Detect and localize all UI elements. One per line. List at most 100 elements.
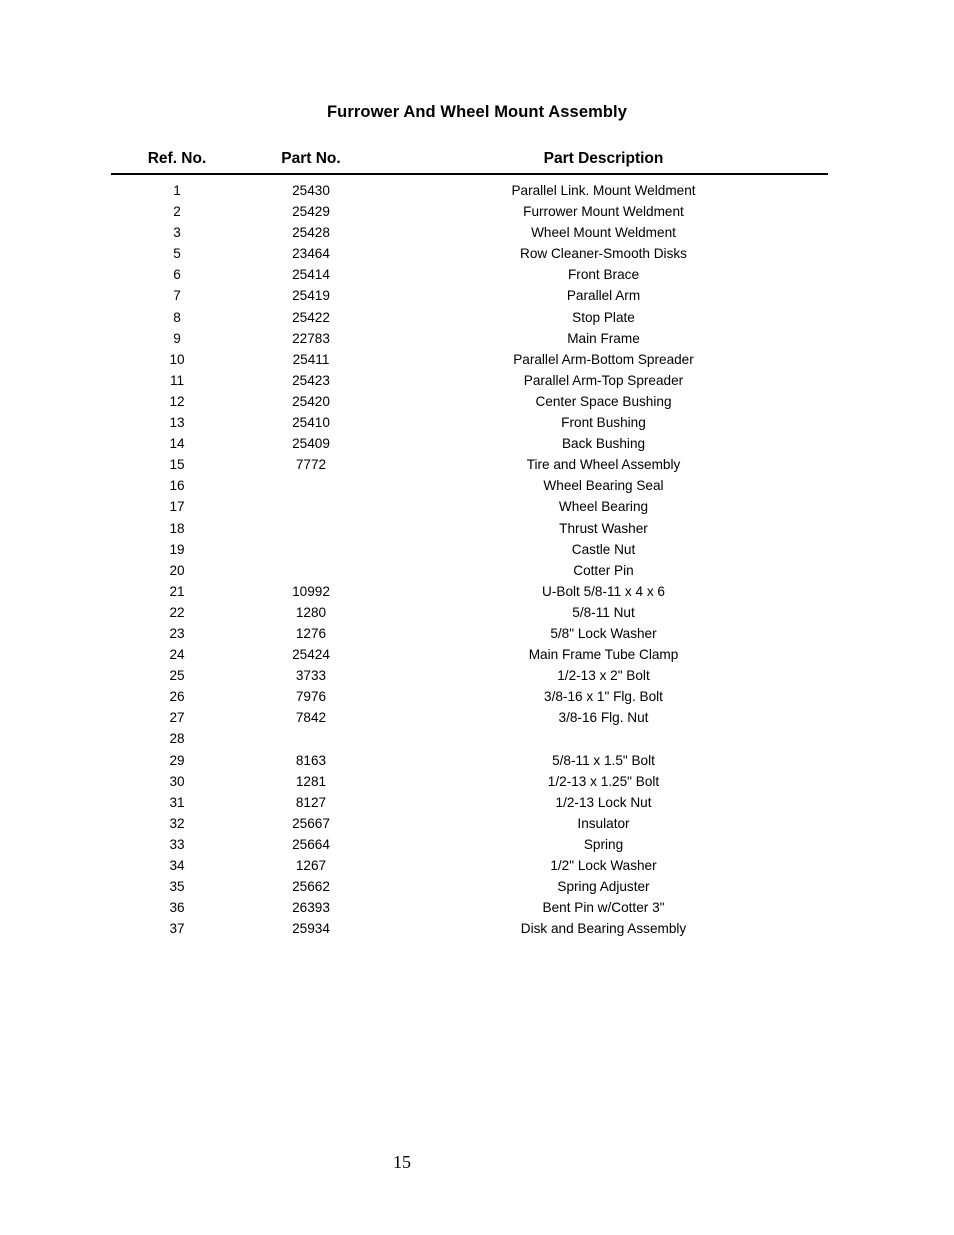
table-row: 24 25424 Main Frame Tube Clamp <box>111 644 828 665</box>
cell-part-no: 23464 <box>292 246 330 262</box>
table-header-row: Ref. No. Part No. Part Description <box>111 150 828 175</box>
table-row: 15 7772 Tire and Wheel Assembly <box>111 454 828 475</box>
cell-ref-no: 20 <box>169 562 185 578</box>
cell-part-no: 25424 <box>292 647 330 663</box>
cell-part-description: Main Frame <box>567 330 640 346</box>
table-row: 2 25429 Furrower Mount Weldment <box>111 201 828 222</box>
table-row: 11 25423 Parallel Arm-Top Spreader <box>111 370 828 391</box>
cell-ref-no: 24 <box>169 647 185 663</box>
cell-part-no <box>243 475 379 496</box>
cell-ref-no: 1 <box>173 183 181 198</box>
table-row: 10 25411 Parallel Arm-Bottom Spreader <box>111 349 828 370</box>
cell-ref-no: 16 <box>169 478 185 494</box>
cell-ref-no: 35 <box>169 879 185 895</box>
cell-part-description: Thrust Washer <box>559 520 648 536</box>
cell-part-no <box>243 728 379 749</box>
cell-part-no: 25414 <box>292 267 330 283</box>
cell-part-no: 25662 <box>292 879 330 895</box>
cell-part-no: 25419 <box>292 288 330 304</box>
table-row: 6 25414 Front Brace <box>111 264 828 285</box>
cell-part-no <box>243 560 379 581</box>
table-row: 33 25664 Spring <box>111 834 828 855</box>
cell-part-description: Row Cleaner-Smooth Disks <box>520 246 687 262</box>
table-row: 31 8127 1/2-13 Lock Nut <box>111 792 828 813</box>
cell-part-description <box>379 728 828 749</box>
cell-part-description: Parallel Arm-Bottom Spreader <box>513 351 694 367</box>
cell-part-no: 7772 <box>295 457 327 473</box>
table-row: 14 25409 Back Bushing <box>111 433 828 454</box>
cell-part-no: 8127 <box>295 794 327 810</box>
cell-ref-no: 6 <box>173 267 181 283</box>
cell-part-description: 3/8-16 x 1" Flg. Bolt <box>544 689 663 705</box>
column-header-ref-no: Ref. No. <box>111 150 243 175</box>
cell-part-no <box>243 518 379 539</box>
page-number: 15 <box>393 1152 411 1172</box>
cell-part-description: Parallel Arm <box>566 288 641 304</box>
table-row: 8 25422 Stop Plate <box>111 307 828 328</box>
table-row: 30 1281 1/2-13 x 1.25" Bolt <box>111 771 828 792</box>
table-row: 32 25667 Insulator <box>111 813 828 834</box>
cell-part-no: 22783 <box>292 330 330 346</box>
cell-part-no: 1276 <box>295 625 327 641</box>
cell-part-description: Wheel Bearing Seal <box>543 478 664 494</box>
cell-part-no: 25430 <box>292 183 330 198</box>
cell-part-description: Furrower Mount Weldment <box>523 204 684 220</box>
cell-part-description: Spring <box>583 836 624 852</box>
cell-ref-no: 11 <box>169 372 185 388</box>
cell-part-description: 1/2-13 Lock Nut <box>555 794 652 810</box>
cell-ref-no: 34 <box>169 858 185 873</box>
cell-ref-no: 21 <box>169 583 185 599</box>
cell-ref-no: 33 <box>169 836 185 852</box>
cell-part-description: Stop Plate <box>572 309 635 325</box>
cell-part-description: 5/8-11 Nut <box>572 604 635 620</box>
cell-part-no: 25420 <box>292 393 330 409</box>
document-page: Furrower And Wheel Mount Assembly Ref. N… <box>0 0 954 1235</box>
table-row: 20 Cotter Pin <box>111 560 828 581</box>
cell-ref-no: 32 <box>169 815 185 831</box>
cell-part-description: Front Brace <box>567 267 639 283</box>
page-title: Furrower And Wheel Mount Assembly <box>326 103 628 121</box>
table-body: 1 25430 Parallel Link. Mount Weldment 2 2542… <box>111 174 828 939</box>
table-row: 18 Thrust Washer <box>111 518 828 539</box>
table-row: 7 25419 Parallel Arm <box>111 285 828 306</box>
cell-ref-no: 30 <box>169 773 185 789</box>
table-row: 3 25428 Wheel Mount Weldment <box>111 222 828 243</box>
cell-ref-no: 8 <box>173 309 181 325</box>
column-header-part-description: Part Description <box>379 150 828 175</box>
cell-part-description: Front Bushing <box>561 415 646 431</box>
cell-part-no <box>243 496 379 517</box>
cell-part-description: Parallel Arm-Top Spreader <box>523 372 684 388</box>
cell-part-no: 26393 <box>292 900 330 916</box>
cell-part-no: 25423 <box>292 372 330 388</box>
cell-part-no: 7976 <box>295 689 327 705</box>
cell-ref-no: 22 <box>169 604 185 620</box>
cell-part-description: Wheel Bearing <box>558 499 649 515</box>
table-row: 9 22783 Main Frame <box>111 328 828 349</box>
cell-part-no <box>243 539 379 560</box>
table-row: 37 25934 Disk and Bearing Assembly <box>111 918 828 939</box>
cell-ref-no: 2 <box>173 204 181 220</box>
cell-ref-no: 37 <box>169 921 185 937</box>
cell-part-no: 7842 <box>295 710 327 726</box>
column-header-part-no: Part No. <box>243 150 379 175</box>
cell-part-no: 8163 <box>295 752 327 768</box>
cell-part-description: U-Bolt 5/8-11 x 4 x 6 <box>542 583 665 599</box>
cell-part-description: 3/8-16 Flg. Nut <box>558 710 649 726</box>
cell-part-no: 25409 <box>292 436 330 452</box>
cell-part-description: Insulator <box>577 815 630 831</box>
cell-part-no: 25422 <box>292 309 330 325</box>
cell-ref-no: 3 <box>173 225 181 241</box>
table-row: 36 26393 Bent Pin w/Cotter 3" <box>111 897 828 918</box>
cell-part-description: 5/8" Lock Washer <box>550 625 657 641</box>
table-row: 28 <box>111 728 828 749</box>
table-row: 13 25410 Front Bushing <box>111 412 828 433</box>
cell-part-no: 1280 <box>295 604 327 620</box>
cell-part-description: 1/2-13 x 1.25" Bolt <box>547 773 660 789</box>
table-row: 25 3733 1/2-13 x 2" Bolt <box>111 665 828 686</box>
cell-part-description: Cotter Pin <box>573 562 634 578</box>
cell-ref-no: 27 <box>169 710 185 726</box>
cell-ref-no: 15 <box>169 457 185 473</box>
cell-part-no: 25410 <box>292 415 330 431</box>
cell-ref-no: 12 <box>169 393 185 409</box>
cell-ref-no: 26 <box>169 689 185 705</box>
